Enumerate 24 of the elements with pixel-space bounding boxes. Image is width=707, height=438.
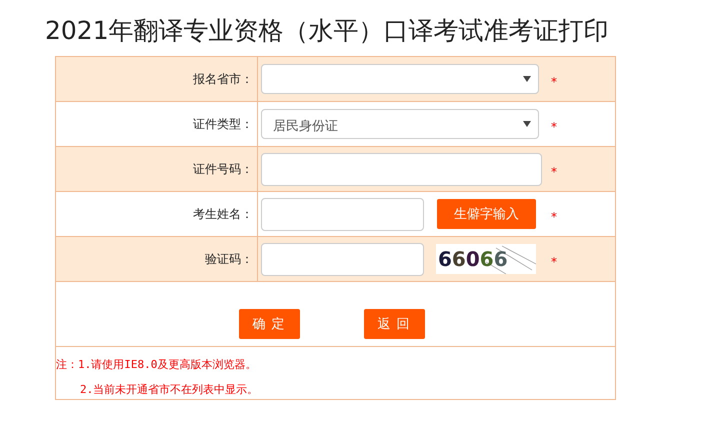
- confirm-button[interactable]: 确 定: [238, 309, 300, 339]
- select-field[interactable]: [261, 64, 539, 94]
- required-mark: *: [551, 165, 557, 179]
- back-button[interactable]: 返 回: [364, 309, 424, 339]
- input-field[interactable]: [261, 152, 542, 186]
- field-label: 报名省市：: [193, 70, 253, 88]
- required-mark: *: [551, 210, 557, 224]
- note-text: 注：1.请使用IE8.0及更高版本浏览器。: [56, 357, 258, 373]
- field-label: 考生姓名：: [193, 206, 253, 222]
- input-field[interactable]: [261, 198, 424, 230]
- field-label: 证件号码：: [193, 160, 253, 178]
- captcha-image[interactable]: 66066: [436, 244, 536, 274]
- caret-icon: [523, 121, 531, 127]
- select-field[interactable]: 居民身份证: [261, 109, 539, 139]
- required-mark: *: [551, 75, 557, 89]
- rare-character-button[interactable]: 生僻字输入: [437, 199, 536, 229]
- required-mark: *: [551, 120, 557, 134]
- required-mark: *: [551, 255, 557, 269]
- page-title: 2021年翻译专业资格（水平）口译考试准考证打印: [44, 15, 610, 47]
- field-label: 证件类型：: [193, 116, 253, 132]
- caret-icon: [523, 76, 531, 82]
- field-label: 验证码：: [205, 250, 253, 268]
- note-text: 2.当前未开通省市不在列表中显示。: [79, 382, 260, 398]
- captcha-field[interactable]: [261, 242, 424, 276]
